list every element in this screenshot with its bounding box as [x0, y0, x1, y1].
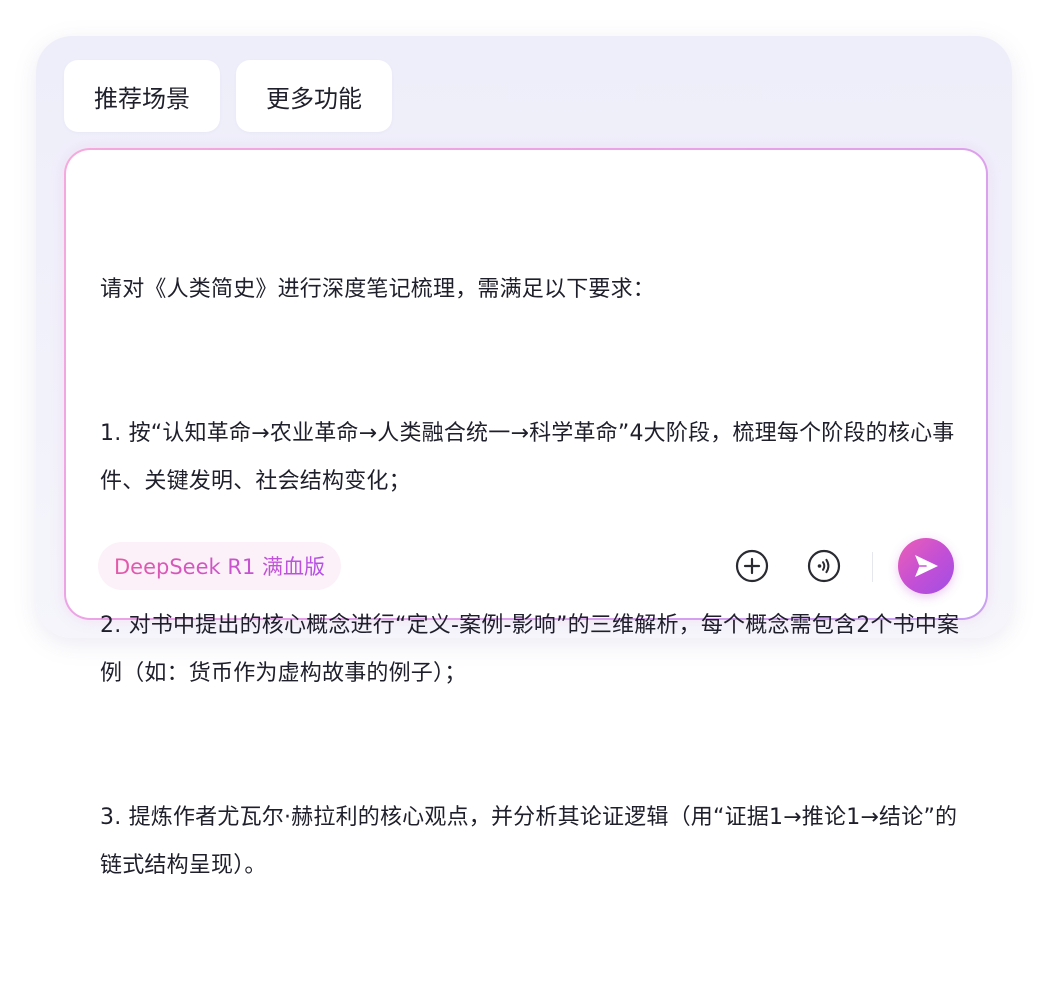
recommended-scenes-button[interactable]: 推荐场景 [64, 60, 220, 132]
voice-icon [807, 549, 841, 583]
send-button[interactable] [898, 538, 954, 594]
prompt-line: 1. 按“认知革命→农业革命→人类融合统一→科学革命”4大阶段，梳理每个阶段的核… [100, 421, 955, 494]
prompt-line: 请对《人类简史》进行深度笔记梳理，需满足以下要求： [100, 277, 656, 302]
toolbar-divider [872, 552, 873, 582]
send-icon [915, 555, 938, 577]
more-features-button[interactable]: 更多功能 [236, 60, 392, 132]
chat-input-panel: 推荐场景 更多功能 请对《人类简史》进行深度笔记梳理，需满足以下要求： 1. 按… [36, 36, 1012, 878]
more-features-label: 更多功能 [266, 84, 362, 113]
model-selector[interactable]: DeepSeek R1 满血版 [98, 542, 341, 590]
model-label: DeepSeek R1 满血版 [114, 551, 325, 581]
prompt-line: 3. 提炼作者尤瓦尔·赫拉利的核心观点，并分析其论证逻辑（用“证据1→推论1→结… [100, 805, 958, 878]
add-attachment-button[interactable] [734, 548, 770, 584]
recommended-scenes-label: 推荐场景 [94, 84, 190, 113]
prompt-line: 2. 对书中提出的核心概念进行“定义-案例-影响”的三维解析，每个概念需包含2个… [100, 613, 960, 686]
prompt-input-box[interactable]: 请对《人类简史》进行深度笔记梳理，需满足以下要求： 1. 按“认知革命→农业革命… [64, 148, 988, 878]
voice-input-button[interactable] [806, 548, 842, 584]
plus-circle-icon [735, 549, 769, 583]
